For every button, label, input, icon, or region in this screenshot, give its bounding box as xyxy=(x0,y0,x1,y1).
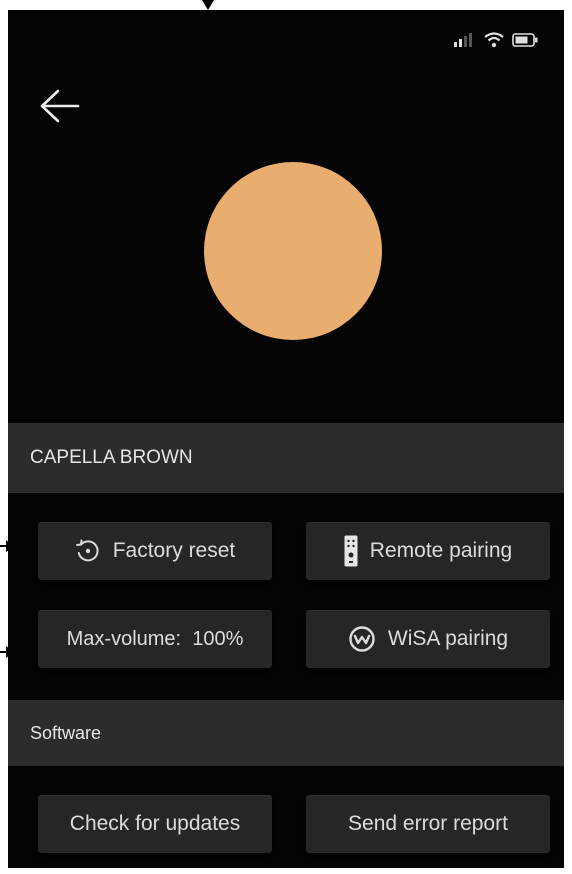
wifi-icon xyxy=(484,32,504,48)
send-error-report-label: Send error report xyxy=(348,812,508,835)
software-title: Software xyxy=(30,722,102,743)
send-error-report-button[interactable]: Send error report xyxy=(306,795,550,853)
battery-icon xyxy=(512,33,538,47)
arrow-left-icon xyxy=(40,89,80,123)
remote-control-icon xyxy=(344,535,358,567)
device-name-header: CAPELLA BROWN xyxy=(8,423,564,493)
back-button[interactable] xyxy=(38,86,88,126)
software-header: Software xyxy=(8,700,564,766)
max-volume-button[interactable]: Max-volume: 100% xyxy=(38,610,272,668)
wisa-logo-icon xyxy=(349,626,375,652)
status-bar xyxy=(454,32,538,48)
check-updates-label: Check for updates xyxy=(69,812,241,835)
factory-reset-button[interactable]: Factory reset xyxy=(38,522,272,580)
check-updates-button[interactable]: Check for updates xyxy=(38,795,272,853)
remote-pairing-label: Remote pairing xyxy=(369,539,513,562)
max-volume-label: Max-volume: 100% xyxy=(66,627,244,650)
wisa-pairing-label: WiSA pairing xyxy=(387,627,509,650)
signal-icon xyxy=(454,33,472,47)
wisa-pairing-button[interactable]: WiSA pairing xyxy=(306,610,550,668)
factory-reset-label: Factory reset xyxy=(112,539,236,562)
speaker-color-swatch xyxy=(204,162,382,340)
remote-pairing-button[interactable]: Remote pairing xyxy=(306,522,550,580)
app-screen: CAPELLA BROWN Factory reset Remote pairi… xyxy=(8,10,564,868)
reset-icon xyxy=(75,539,99,562)
device-name: CAPELLA BROWN xyxy=(30,447,193,468)
